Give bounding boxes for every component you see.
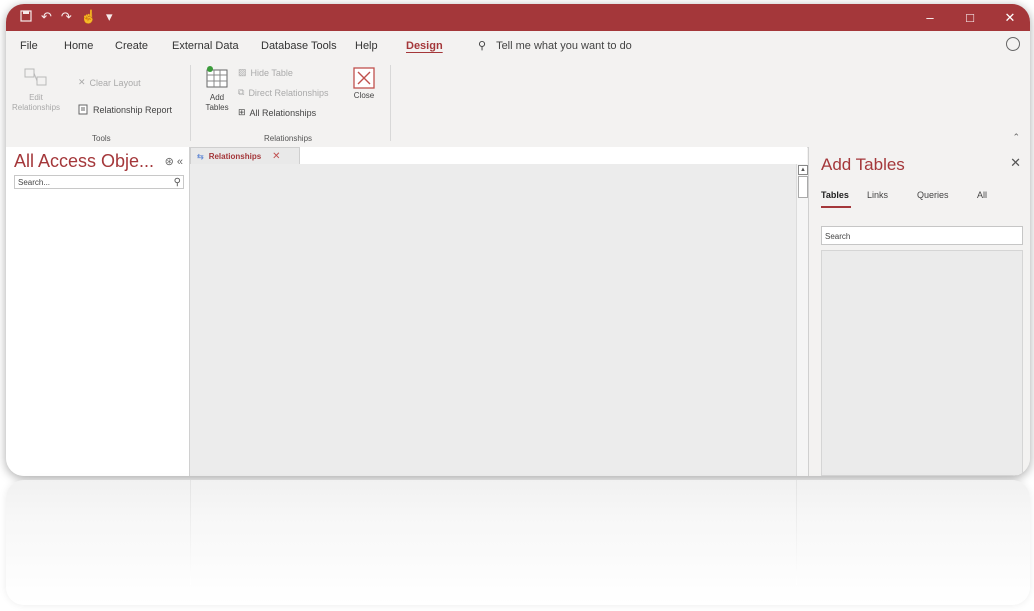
edit-relationships-label: Edit Relationships [12,93,61,112]
minimize-button[interactable]: – [910,4,950,31]
tab-file[interactable]: File [20,40,38,52]
clear-layout-icon: ✕ [78,77,86,87]
undo-icon[interactable]: ↶ [41,9,52,25]
hide-table-button[interactable]: ▨ Hide Table [238,67,293,78]
ribbon-tabs: File Home Create External Data Database … [6,31,1030,59]
window-reflection [6,480,1030,605]
relationships-group-label: Relationships [264,134,313,143]
edit-relationships-button[interactable]: Edit Relationships [12,65,60,113]
navigation-pane: All Access Obje... ⊛ « Search... ⚲ [6,147,190,476]
tab-queries[interactable]: Queries [917,190,949,200]
add-tables-label: Add Tables [205,93,229,112]
hide-table-icon: ▨ [238,67,247,77]
search-icon[interactable]: ⚲ [174,176,181,190]
feedback-smiley-icon[interactable] [1006,37,1020,51]
tab-tables[interactable]: Tables [821,190,849,200]
relationship-report-button[interactable]: Relationship Report [78,104,172,115]
shutter-bar-icon[interactable]: « [177,156,183,168]
close-relationships-button[interactable]: Close [348,67,380,100]
add-tables-search-input[interactable]: Search [821,226,1023,245]
nav-search-placeholder: Search... [18,178,51,187]
ribbon: Edit Relationships ✕ Clear Layout Relati… [6,59,1030,148]
direct-relationships-icon: ⧉ [238,87,245,97]
collapse-ribbon-icon[interactable]: ⌃ [1012,132,1020,143]
group-separator [390,65,391,141]
tab-create[interactable]: Create [115,40,148,52]
all-relationships-button[interactable]: ⊞ All Relationships [238,107,316,118]
group-separator [190,65,191,141]
document-tab-relationships[interactable]: ⇆ Relationships ✕ [190,147,300,164]
close-tab-icon[interactable]: ✕ [272,151,280,162]
document-tab-strip: ⇆ Relationships ✕ [190,147,807,165]
vertical-scrollbar[interactable]: ▲ [796,164,808,476]
close-button[interactable]: ✕ [990,4,1030,31]
touch-icon[interactable]: ☝ [81,9,97,25]
reflection-line [190,480,191,585]
close-label: Close [353,91,375,100]
tell-me-box[interactable]: ⚲ Tell me what you want to do [478,39,632,53]
add-tables-title: Add Tables [821,155,905,174]
chevron-down-icon[interactable]: ⊛ [165,156,174,168]
customize-icon[interactable]: ▾ [106,9,113,25]
relationships-tab-icon: ⇆ [197,151,204,161]
close-pane-icon[interactable]: ✕ [1010,155,1021,171]
clear-layout-button[interactable]: ✕ Clear Layout [78,77,141,88]
relationship-report-icon [78,104,88,115]
scroll-up-icon[interactable]: ▲ [798,165,808,175]
tab-links[interactable]: Links [867,190,888,200]
search-icon: ⚲ [478,40,487,52]
tools-group-label: Tools [92,134,111,143]
close-icon [353,67,375,89]
clear-layout-label: Clear Layout [89,77,141,88]
tab-home[interactable]: Home [64,40,93,52]
edit-relationships-icon [24,68,47,86]
nav-search-input[interactable]: Search... ⚲ [14,175,184,189]
relationships-canvas[interactable] [190,164,796,476]
quick-access-toolbar: ↶ ↷ ☝ ▾ [20,9,113,25]
hide-table-label: Hide Table [250,67,293,78]
direct-relationships-label: Direct Relationships [248,87,329,98]
tab-external-data[interactable]: External Data [172,40,239,52]
tab-database-tools[interactable]: Database Tools [261,40,337,52]
reflection-line [796,480,797,585]
app-window: ↶ ↷ ☝ ▾ – □ ✕ File Home Create External … [6,4,1030,476]
all-relationships-icon: ⊞ [238,107,246,117]
direct-relationships-button[interactable]: ⧉ Direct Relationships [238,87,328,98]
tell-me-text: Tell me what you want to do [496,39,632,52]
document-tab-label: Relationships [208,151,262,161]
nav-pane-controls: ⊛ « [165,155,183,168]
tab-design[interactable]: Design [406,40,443,52]
window-controls: – □ ✕ [910,4,1030,31]
redo-icon[interactable]: ↷ [61,9,72,25]
save-icon[interactable] [20,9,32,25]
add-tables-pane: Add Tables ✕ Tables Links Queries All Se… [808,147,1030,476]
add-tables-search-placeholder: Search [825,232,851,241]
add-tables-list[interactable] [821,250,1023,476]
all-relationships-label: All Relationships [249,107,317,118]
tab-help[interactable]: Help [355,40,378,52]
add-tables-icon [206,66,228,88]
nav-pane-title[interactable]: All Access Obje... [14,151,154,172]
tab-all[interactable]: All [977,190,987,200]
title-bar: ↶ ↷ ☝ ▾ – □ ✕ [6,4,1030,31]
active-tab-indicator [821,206,851,208]
relationship-report-label: Relationship Report [93,104,173,115]
scroll-thumb[interactable] [798,176,808,198]
maximize-button[interactable]: □ [950,4,990,31]
add-tables-button[interactable]: Add Tables [200,65,234,113]
